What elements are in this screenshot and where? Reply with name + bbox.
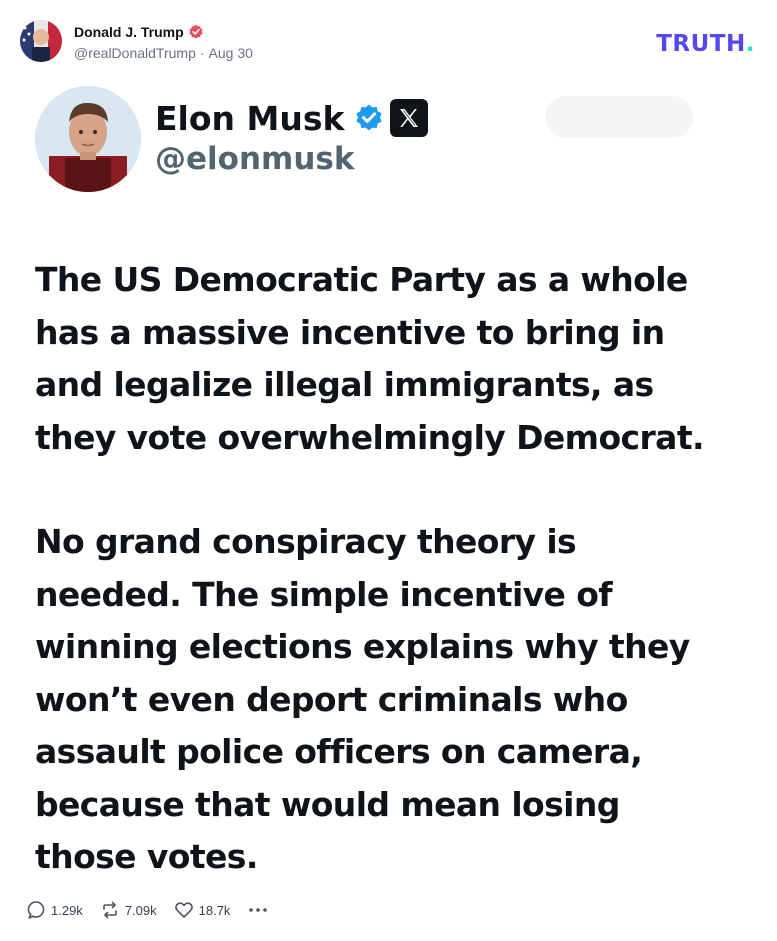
- author-name-row: Donald J. Trump: [74, 21, 253, 43]
- tweet-verified-icon: [354, 103, 384, 133]
- embedded-tweet-image[interactable]: Elon Musk @elonmusk The US Democratic Pa…: [0, 76, 777, 886]
- author-meta: Donald J. Trump @realDonaldTrump · Aug 30: [74, 21, 253, 61]
- author-name[interactable]: Donald J. Trump: [74, 24, 184, 40]
- tweet-text: The US Democratic Party as a whole has a…: [35, 254, 755, 884]
- tweet-paragraph-2: No grand conspiracy theory is needed. Th…: [35, 522, 690, 876]
- tweet-author-name: Elon Musk: [155, 98, 345, 138]
- action-bar: 1.29k 7.09k 18.7k: [26, 900, 269, 920]
- reply-count: 1.29k: [51, 902, 83, 918]
- separator: ·: [199, 45, 205, 61]
- retruth-count: 7.09k: [124, 902, 157, 918]
- retruth-icon: [100, 900, 120, 920]
- truth-logo-dot: .: [745, 31, 755, 57]
- retruth-button[interactable]: 7.09k: [100, 900, 157, 920]
- tweet-paragraph-1: The US Democratic Party as a whole has a…: [35, 260, 705, 457]
- tweet-name-row: Elon Musk: [155, 96, 429, 140]
- author-subline: @realDonaldTrump · Aug 30: [74, 45, 253, 61]
- truth-logo[interactable]: TRUTH.: [656, 31, 755, 57]
- x-logo-icon: [390, 99, 429, 137]
- reply-button[interactable]: 1.29k: [26, 900, 83, 920]
- post-header: Donald J. Trump @realDonaldTrump · Aug 30: [20, 20, 253, 62]
- author-handle[interactable]: @realDonaldTrump: [74, 45, 196, 61]
- tweet-author-handle: @elonmusk: [155, 141, 355, 177]
- comment-icon: [26, 900, 46, 920]
- verified-badge-icon: [188, 24, 204, 40]
- author-avatar[interactable]: [20, 20, 62, 62]
- tweet-avatar: [35, 86, 141, 192]
- truth-logo-text: TRUTH: [656, 31, 746, 57]
- like-button[interactable]: 18.7k: [174, 900, 231, 920]
- heart-icon: [174, 900, 194, 920]
- more-icon[interactable]: [247, 900, 269, 920]
- follow-button-ghost: [545, 96, 693, 138]
- like-count: 18.7k: [198, 902, 231, 918]
- post-date[interactable]: Aug 30: [209, 45, 253, 61]
